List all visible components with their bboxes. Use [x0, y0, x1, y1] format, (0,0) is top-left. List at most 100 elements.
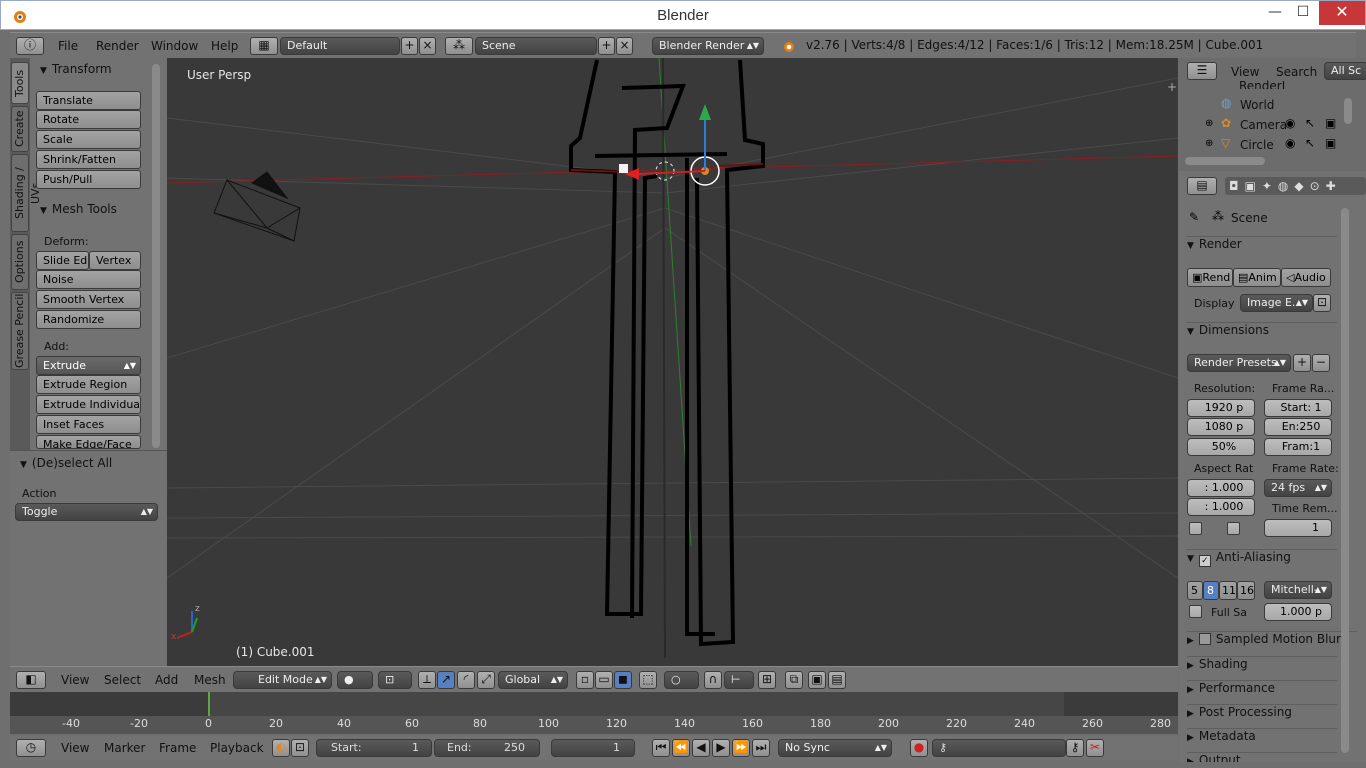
limit-selection-icon[interactable]: ⬚	[639, 671, 657, 689]
operator-header[interactable]: ▼ (De)select All	[20, 456, 112, 470]
lock-interface-icon[interactable]: ⊡	[1313, 294, 1331, 312]
resolution-x-field[interactable]: 1920 p	[1187, 399, 1255, 417]
current-frame-marker[interactable]	[208, 692, 210, 718]
snap-element-dropdown[interactable]: ⊢	[724, 671, 754, 689]
outliner-hscrollbar[interactable]	[1185, 157, 1265, 165]
panel-performance-header[interactable]: ▶ Performance	[1187, 680, 1337, 704]
timeline[interactable]: -40 -20 0 20 40 60 80 100 120 140 160 18…	[10, 692, 1178, 734]
proportional-edit-dropdown[interactable]: ○	[664, 671, 699, 689]
screen-layout-icon[interactable]: ▦	[250, 37, 278, 55]
timeline-menu-playback[interactable]: Playback	[210, 741, 264, 755]
select-arrow-icon[interactable]: ↖	[1305, 116, 1315, 130]
manipulator-toggle-icon[interactable]: ⟂	[418, 671, 436, 689]
panel-mesh-tools-header[interactable]: ▼ Mesh Tools	[40, 202, 117, 216]
inset-faces-button[interactable]: Inset Faces	[36, 415, 141, 434]
panel-post-processing-header[interactable]: ▶ Post Processing	[1187, 704, 1337, 728]
make-edge-face-button[interactable]: Make Edge/Face	[36, 435, 141, 449]
aspect-y-field[interactable]: : 1.000	[1187, 498, 1255, 516]
translate-manipulator-icon[interactable]: ↗	[437, 671, 455, 689]
viewport-shading-dropdown[interactable]: ●	[337, 671, 373, 689]
current-frame-field[interactable]: 1	[551, 739, 635, 757]
smooth-vertex-button[interactable]: Smooth Vertex	[36, 290, 141, 309]
menu-window[interactable]: Window	[151, 39, 198, 53]
frame-start-field[interactable]: Start: 1	[1264, 399, 1332, 417]
aa-samples-5[interactable]: 5	[1187, 581, 1203, 600]
action-dropdown[interactable]: Toggle ▲▼	[15, 503, 158, 521]
tab-create[interactable]: Create	[11, 106, 29, 152]
menu-render[interactable]: Render	[96, 39, 139, 53]
outliner-menu-search[interactable]: Search	[1276, 65, 1317, 79]
delete-keyframe-icon[interactable]: ✂	[1086, 739, 1104, 757]
panel-metadata-header[interactable]: ▶ Metadata	[1187, 728, 1337, 752]
panel-output-header[interactable]: ▶ Output	[1187, 752, 1337, 762]
aa-filter-dropdown[interactable]: Mitchell- ▲▼	[1264, 581, 1332, 599]
crop-checkbox[interactable]	[1227, 522, 1240, 535]
end-frame-field[interactable]: End: 250	[434, 739, 540, 757]
properties-type-icon[interactable]: ▤	[1187, 177, 1217, 195]
opengl-render-icon[interactable]: ▣	[808, 671, 826, 689]
edge-select-icon[interactable]: ▭	[595, 671, 613, 689]
transform-orientation-dropdown[interactable]: Global ▲▼	[498, 671, 568, 689]
view3d-menu-mesh[interactable]: Mesh	[194, 673, 226, 687]
resolution-percentage-field[interactable]: 50%	[1187, 438, 1255, 456]
extrude-dropdown[interactable]: Extrude ▲▼	[36, 356, 141, 375]
timeline-menu-frame[interactable]: Frame	[159, 741, 196, 755]
randomize-button[interactable]: Randomize	[36, 310, 141, 329]
3d-viewport[interactable]: User Persp (1) Cube.001 z x +	[167, 58, 1178, 666]
panel-render-header[interactable]: ▼ Render	[1187, 236, 1337, 260]
mode-dropdown[interactable]: Edit Mode ▲▼	[233, 671, 332, 689]
scale-manipulator-icon[interactable]: ⤢	[477, 671, 495, 689]
filter-size-field[interactable]: 1.000 p	[1264, 603, 1332, 621]
extrude-individual-button[interactable]: Extrude Individual	[36, 395, 141, 414]
render-audio-button[interactable]: ◁Audio	[1281, 268, 1331, 287]
panel-motion-blur-header[interactable]: ▶ Sampled Motion Blur	[1187, 631, 1357, 655]
render-still-button[interactable]: ▣Rend	[1187, 268, 1233, 287]
editor-type-info-icon[interactable]: ⓘ	[16, 37, 44, 55]
aa-samples-16[interactable]: 16	[1237, 581, 1255, 600]
timeline-menu-marker[interactable]: Marker	[104, 741, 145, 755]
remove-scene-icon[interactable]: ×	[616, 37, 633, 55]
outliner-item-camera[interactable]: Camera	[1240, 118, 1287, 132]
resolution-y-field[interactable]: 1080 p	[1187, 418, 1255, 436]
aa-samples-11[interactable]: 11	[1219, 581, 1237, 600]
render-camera-icon[interactable]: ▣	[1325, 116, 1336, 130]
snap-target-icon[interactable]: ⊞	[758, 671, 776, 689]
outliner-item-renderlayers[interactable]: RenderL	[1239, 79, 1288, 89]
properties-context-tabs[interactable]: ◘▣✦◍◆⊙✚	[1225, 177, 1366, 195]
translate-button[interactable]: Translate	[36, 91, 141, 110]
render-animation-button[interactable]: ▤Anim	[1233, 268, 1281, 287]
scale-button[interactable]: Scale	[36, 130, 141, 149]
tab-tools[interactable]: Tools	[11, 62, 29, 104]
keying-set-field[interactable]: ⚷	[932, 739, 1066, 757]
scene-icon[interactable]: ⁂	[445, 37, 473, 55]
timeline-menu-view[interactable]: View	[61, 741, 89, 755]
motion-blur-checkbox[interactable]	[1198, 633, 1211, 645]
tab-shading-uvs[interactable]: Shading / UVs	[11, 154, 42, 232]
full-sample-checkbox[interactable]	[1189, 605, 1202, 618]
layout-selector[interactable]: Default	[280, 37, 400, 55]
extrude-region-button[interactable]: Extrude Region	[36, 375, 141, 394]
panel-dimensions-header[interactable]: ▼ Dimensions	[1187, 322, 1337, 346]
frame-end-field[interactable]: En:250	[1264, 418, 1332, 436]
slide-edge-button[interactable]: Slide Ed	[36, 251, 89, 270]
outliner-item-circle[interactable]: Circle	[1240, 138, 1274, 152]
aspect-x-field[interactable]: : 1.000	[1187, 479, 1255, 497]
visibility-eye-icon[interactable]: ◉	[1285, 116, 1295, 130]
menu-file[interactable]: File	[58, 39, 78, 53]
maximize-button[interactable]: ☐	[1287, 1, 1319, 25]
vertex-slide-button[interactable]: Vertex	[89, 251, 141, 270]
properties-scrollbar[interactable]	[1341, 208, 1349, 753]
pin-icon[interactable]: ✎	[1189, 210, 1199, 224]
panel-shading-header[interactable]: ▶ Shading	[1187, 656, 1337, 680]
jump-end-icon[interactable]: ⏭	[752, 739, 770, 757]
face-select-icon[interactable]: ◼	[614, 671, 632, 689]
expand-icon[interactable]: ⊕	[1205, 118, 1213, 129]
outliner-menu-view[interactable]: View	[1231, 65, 1259, 79]
editor-type-timeline-icon[interactable]: ◷	[16, 739, 46, 757]
outliner-scope-dropdown[interactable]: All Sc	[1324, 62, 1366, 80]
panel-transform-header[interactable]: ▼ Transform	[40, 62, 112, 76]
snap-toggle-icon[interactable]: ∩	[704, 671, 722, 689]
jump-keyframe-back-icon[interactable]: ⏪	[672, 739, 690, 757]
preview-range-icon[interactable]: ◐	[272, 739, 290, 757]
time-remap-field[interactable]: 1	[1264, 519, 1332, 537]
